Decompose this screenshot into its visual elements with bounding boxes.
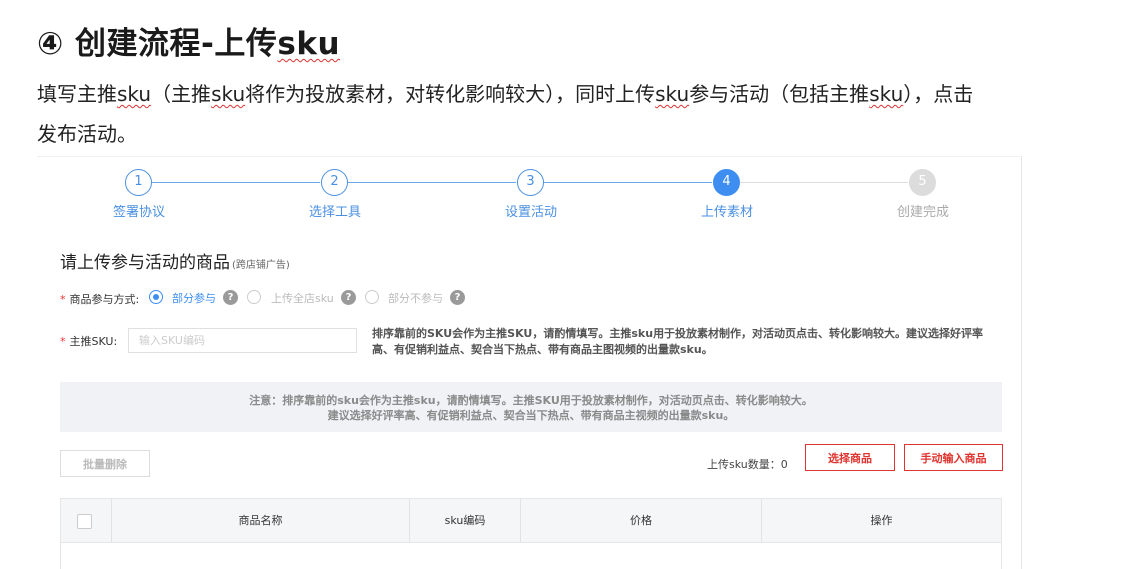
mode-label-text: 商品参与方式: (69, 293, 140, 306)
step-connector (348, 182, 516, 183)
select-goods-button[interactable]: 选择商品 (805, 444, 895, 471)
step-4-circle: 4 (713, 169, 740, 196)
radio-partial-label[interactable]: 部分参与 (172, 290, 216, 306)
desc-sku: sku (211, 82, 246, 106)
select-all-checkbox[interactable] (77, 514, 92, 529)
desc-text: （主推 (151, 82, 212, 106)
required-marker: * (60, 335, 66, 348)
heading-title: 创建流程-上传 (75, 26, 278, 62)
step-2-circle: 2 (321, 169, 348, 196)
description-line-1: 填写主推sku（主推sku将作为投放素材，对转化影响较大），同时上传sku参与活… (37, 78, 1117, 107)
step-1-circle: 1 (125, 169, 152, 196)
sku-input[interactable] (128, 328, 357, 353)
help-icon[interactable]: ? (450, 290, 465, 305)
notice-line-2: 建议选择好评率高、有促销利益点、契合当下热点、带有商品主视频的出量款sku。 (327, 409, 735, 422)
manual-input-button[interactable]: 手动输入商品 (904, 444, 1003, 471)
step-4-label: 上传素材 (700, 205, 753, 220)
radio-all-sku[interactable] (247, 290, 261, 304)
table-body (60, 543, 1002, 569)
radio-all-sku-label[interactable]: 上传全店sku (271, 290, 334, 306)
section-title: 请上传参与活动的商品 (跨店铺广告) (60, 248, 290, 273)
page-heading: ④ 创建流程-上传sku (37, 18, 340, 63)
desc-text: 参与活动（包括主推 (689, 82, 870, 106)
help-icon[interactable]: ? (341, 290, 356, 305)
desc-text: 填写主推 (37, 82, 117, 106)
sku-count-value: 0 (780, 458, 788, 471)
radio-partial[interactable] (149, 290, 163, 304)
sku-count-label: 上传sku数量： (707, 458, 781, 471)
step-3-label: 设置活动 (504, 205, 557, 220)
step-3-circle: 3 (517, 169, 544, 196)
notice-line-1: 注意：排序靠前的sku会作为主推sku，请酌情填写。主推SKU用于投放素材制作，… (249, 394, 813, 407)
radio-partial-exclude[interactable] (365, 290, 379, 304)
desc-text: ），点击 (903, 82, 974, 106)
column-header-actions: 操作 (870, 514, 893, 527)
step-connector (544, 182, 712, 183)
description-line-2: 发布活动。 (37, 122, 137, 146)
batch-delete-button[interactable]: 批量删除 (60, 450, 150, 477)
step-connector (740, 182, 908, 183)
notice-box: 注意：排序靠前的sku会作为主推sku，请酌情填写。主推SKU用于投放素材制作，… (60, 382, 1002, 432)
help-icon[interactable]: ? (223, 290, 238, 305)
step-1-label: 签署协议 (112, 205, 165, 220)
required-marker: * (60, 293, 66, 306)
section-subtitle: (跨店铺广告) (232, 260, 290, 271)
step-2-label: 选择工具 (308, 205, 361, 220)
column-header-sku: sku编码 (410, 499, 521, 542)
table-header: 商品名称 sku编码 价格 操作 (60, 498, 1002, 543)
desc-sku: sku (655, 82, 690, 106)
column-header-price: 价格 (521, 499, 762, 542)
desc-text: 将作为投放素材，对转化影响较大），同时上传 (245, 82, 656, 106)
step-5-label: 创建完成 (896, 205, 949, 220)
sku-count: 上传sku数量：0 (707, 456, 788, 472)
desc-sku: sku (869, 82, 904, 106)
step-connector (152, 182, 320, 183)
heading-number: ④ (37, 26, 64, 62)
desc-sku: sku (117, 82, 152, 106)
mode-label: * 商品参与方式: (60, 291, 139, 307)
header-select-cell (61, 499, 112, 542)
heading-title-sku: sku (277, 26, 341, 62)
section-title-text: 请上传参与活动的商品 (60, 253, 230, 273)
sku-label: * 主推SKU: (60, 333, 117, 349)
sku-hint: 排序靠前的SKU会作为主推SKU，请酌情填写。主推sku用于投放素材制作，对活动… (372, 327, 984, 356)
radio-partial-exclude-label[interactable]: 部分不参与 (388, 290, 443, 306)
column-header-name: 商品名称 (112, 499, 410, 542)
step-5-circle: 5 (909, 169, 936, 196)
sku-label-text: 主推SKU: (69, 335, 118, 348)
